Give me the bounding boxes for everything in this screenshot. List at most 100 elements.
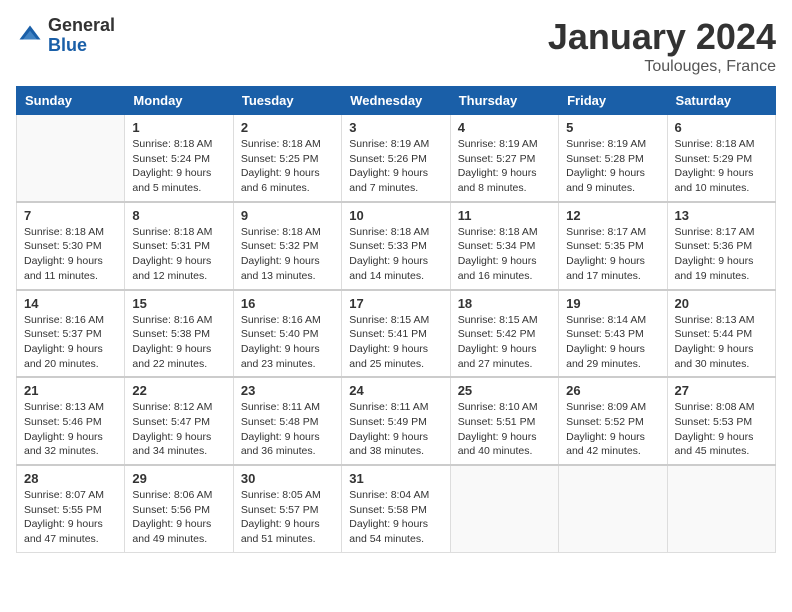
table-row: 27 Sunrise: 8:08 AMSunset: 5:53 PMDayligh… [667, 377, 775, 465]
day-info: Sunrise: 8:18 AMSunset: 5:31 PMDaylight:… [132, 225, 225, 284]
day-number: 5 [566, 120, 659, 135]
day-number: 8 [132, 208, 225, 223]
day-number: 11 [458, 208, 551, 223]
day-number: 16 [241, 296, 334, 311]
day-info: Sunrise: 8:15 AMSunset: 5:41 PMDaylight:… [349, 313, 442, 372]
day-number: 17 [349, 296, 442, 311]
day-info: Sunrise: 8:12 AMSunset: 5:47 PMDaylight:… [132, 400, 225, 459]
calendar-week-row: 1 Sunrise: 8:18 AMSunset: 5:24 PMDaylight… [17, 115, 776, 202]
day-info: Sunrise: 8:19 AMSunset: 5:28 PMDaylight:… [566, 137, 659, 196]
header-friday: Friday [559, 87, 667, 115]
day-info: Sunrise: 8:08 AMSunset: 5:53 PMDaylight:… [675, 400, 768, 459]
day-number: 2 [241, 120, 334, 135]
table-row: 7 Sunrise: 8:18 AMSunset: 5:30 PMDaylight… [17, 202, 125, 290]
title-block: January 2024 Toulouges, France [548, 16, 776, 76]
day-info: Sunrise: 8:13 AMSunset: 5:46 PMDaylight:… [24, 400, 117, 459]
day-number: 27 [675, 383, 768, 398]
table-row [667, 465, 775, 552]
day-info: Sunrise: 8:14 AMSunset: 5:43 PMDaylight:… [566, 313, 659, 372]
table-row: 24Sunrise: 8:11 AMSunset: 5:49 PMDayligh… [342, 377, 450, 465]
day-number: 10 [349, 208, 442, 223]
table-row: 10 Sunrise: 8:18 AMSunset: 5:33 PMDayligh… [342, 202, 450, 290]
logo: General Blue [16, 16, 115, 56]
day-number: 21 [24, 383, 117, 398]
day-number: 25 [458, 383, 551, 398]
day-info: Sunrise: 8:16 AMSunset: 5:38 PMDaylight:… [132, 313, 225, 372]
table-row: 1 Sunrise: 8:18 AMSunset: 5:24 PMDaylight… [125, 115, 233, 202]
day-info: Sunrise: 8:09 AMSunset: 5:52 PMDaylight:… [566, 400, 659, 459]
table-row: 16 Sunrise: 8:16 AMSunset: 5:40 PMDayligh… [233, 290, 341, 378]
calendar-title: January 2024 [548, 16, 776, 58]
table-row: 23Sunrise: 8:11 AMSunset: 5:48 PMDayligh… [233, 377, 341, 465]
day-info: Sunrise: 8:16 AMSunset: 5:37 PMDaylight:… [24, 313, 117, 372]
table-row: 14 Sunrise: 8:16 AMSunset: 5:37 PMDayligh… [17, 290, 125, 378]
day-number: 9 [241, 208, 334, 223]
day-number: 4 [458, 120, 551, 135]
day-number: 12 [566, 208, 659, 223]
day-info: Sunrise: 8:11 AMSunset: 5:49 PMDaylight:… [349, 400, 442, 459]
day-number: 14 [24, 296, 117, 311]
day-number: 19 [566, 296, 659, 311]
table-row: 13 Sunrise: 8:17 AMSunset: 5:36 PMDayligh… [667, 202, 775, 290]
table-row: 18 Sunrise: 8:15 AMSunset: 5:42 PMDayligh… [450, 290, 558, 378]
day-info: Sunrise: 8:17 AMSunset: 5:35 PMDaylight:… [566, 225, 659, 284]
weekday-header-row: Sunday Monday Tuesday Wednesday Thursday… [17, 87, 776, 115]
day-info: Sunrise: 8:06 AMSunset: 5:56 PMDaylight:… [132, 488, 225, 547]
day-info: Sunrise: 8:10 AMSunset: 5:51 PMDaylight:… [458, 400, 551, 459]
day-number: 13 [675, 208, 768, 223]
day-info: Sunrise: 8:17 AMSunset: 5:36 PMDaylight:… [675, 225, 768, 284]
table-row: 20Sunrise: 8:13 AMSunset: 5:44 PMDayligh… [667, 290, 775, 378]
header-tuesday: Tuesday [233, 87, 341, 115]
day-number: 20 [675, 296, 768, 311]
table-row: 12 Sunrise: 8:17 AMSunset: 5:35 PMDayligh… [559, 202, 667, 290]
table-row: 2Sunrise: 8:18 AMSunset: 5:25 PMDaylight… [233, 115, 341, 202]
day-info: Sunrise: 8:15 AMSunset: 5:42 PMDaylight:… [458, 313, 551, 372]
header-wednesday: Wednesday [342, 87, 450, 115]
header-saturday: Saturday [667, 87, 775, 115]
day-number: 30 [241, 471, 334, 486]
calendar-week-row: 21 Sunrise: 8:13 AMSunset: 5:46 PMDayligh… [17, 377, 776, 465]
table-row: 19 Sunrise: 8:14 AMSunset: 5:43 PMDayligh… [559, 290, 667, 378]
day-number: 1 [132, 120, 225, 135]
day-info: Sunrise: 8:07 AMSunset: 5:55 PMDaylight:… [24, 488, 117, 547]
day-info: Sunrise: 8:18 AMSunset: 5:24 PMDaylight:… [132, 137, 225, 196]
day-number: 23 [241, 383, 334, 398]
table-row: 4Sunrise: 8:19 AMSunset: 5:27 PMDaylight… [450, 115, 558, 202]
header-monday: Monday [125, 87, 233, 115]
table-row: 9 Sunrise: 8:18 AMSunset: 5:32 PMDaylight… [233, 202, 341, 290]
day-info: Sunrise: 8:18 AMSunset: 5:34 PMDaylight:… [458, 225, 551, 284]
logo-text: General Blue [48, 16, 115, 56]
day-number: 6 [675, 120, 768, 135]
table-row: 29 Sunrise: 8:06 AMSunset: 5:56 PMDayligh… [125, 465, 233, 552]
table-row: 25 Sunrise: 8:10 AMSunset: 5:51 PMDayligh… [450, 377, 558, 465]
day-info: Sunrise: 8:05 AMSunset: 5:57 PMDaylight:… [241, 488, 334, 547]
page-header: General Blue January 2024 Toulouges, Fra… [16, 16, 776, 76]
day-number: 7 [24, 208, 117, 223]
day-info: Sunrise: 8:16 AMSunset: 5:40 PMDaylight:… [241, 313, 334, 372]
table-row: 15 Sunrise: 8:16 AMSunset: 5:38 PMDayligh… [125, 290, 233, 378]
day-info: Sunrise: 8:18 AMSunset: 5:29 PMDaylight:… [675, 137, 768, 196]
day-number: 29 [132, 471, 225, 486]
table-row: 11 Sunrise: 8:18 AMSunset: 5:34 PMDayligh… [450, 202, 558, 290]
table-row: 28Sunrise: 8:07 AMSunset: 5:55 PMDayligh… [17, 465, 125, 552]
day-number: 18 [458, 296, 551, 311]
day-number: 15 [132, 296, 225, 311]
day-info: Sunrise: 8:18 AMSunset: 5:32 PMDaylight:… [241, 225, 334, 284]
table-row: 21 Sunrise: 8:13 AMSunset: 5:46 PMDayligh… [17, 377, 125, 465]
table-row: 22Sunrise: 8:12 AMSunset: 5:47 PMDayligh… [125, 377, 233, 465]
table-row [559, 465, 667, 552]
day-info: Sunrise: 8:19 AMSunset: 5:26 PMDaylight:… [349, 137, 442, 196]
table-row: 31Sunrise: 8:04 AMSunset: 5:58 PMDayligh… [342, 465, 450, 552]
day-info: Sunrise: 8:04 AMSunset: 5:58 PMDaylight:… [349, 488, 442, 547]
day-info: Sunrise: 8:18 AMSunset: 5:30 PMDaylight:… [24, 225, 117, 284]
day-info: Sunrise: 8:18 AMSunset: 5:33 PMDaylight:… [349, 225, 442, 284]
table-row: 17 Sunrise: 8:15 AMSunset: 5:41 PMDayligh… [342, 290, 450, 378]
calendar-week-row: 28Sunrise: 8:07 AMSunset: 5:55 PMDayligh… [17, 465, 776, 552]
calendar-week-row: 7 Sunrise: 8:18 AMSunset: 5:30 PMDaylight… [17, 202, 776, 290]
table-row: 3 Sunrise: 8:19 AMSunset: 5:26 PMDaylight… [342, 115, 450, 202]
calendar-week-row: 14 Sunrise: 8:16 AMSunset: 5:37 PMDayligh… [17, 290, 776, 378]
day-number: 3 [349, 120, 442, 135]
table-row [450, 465, 558, 552]
day-number: 26 [566, 383, 659, 398]
table-row: 30 Sunrise: 8:05 AMSunset: 5:57 PMDayligh… [233, 465, 341, 552]
